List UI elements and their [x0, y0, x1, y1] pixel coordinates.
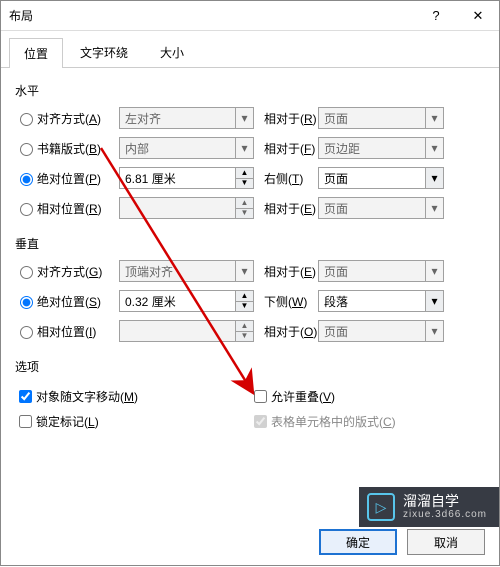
move-with-text-input[interactable] [19, 390, 32, 403]
v-align-rel-label: 相对于(E) [254, 263, 318, 280]
h-align-radio[interactable]: 对齐方式(A) [15, 110, 119, 127]
lock-anchor-check[interactable]: 锁定标记(L) [15, 412, 250, 431]
layout-dialog: 布局 ? ✕ 位置 文字环绕 大小 水平 对齐方式(A) 左对齐 ▾ 相对于(R… [0, 0, 500, 566]
h-align-combo[interactable]: 左对齐 ▾ [119, 107, 254, 129]
h-abs-rel-combo[interactable]: 页面 ▾ [318, 167, 444, 189]
h-rel-radio-input[interactable] [20, 203, 33, 216]
h-align-rel-combo[interactable]: 页面 ▾ [318, 107, 444, 129]
chevron-down-icon: ▾ [425, 291, 443, 311]
v-align-row: 对齐方式(G) 顶端对齐 ▾ 相对于(E) 页面 ▾ [15, 258, 485, 284]
chevron-down-icon: ▾ [425, 108, 443, 128]
spinner-buttons[interactable]: ▲▼ [235, 291, 253, 311]
v-abs-row: 绝对位置(S) 0.32 厘米 ▲▼ 下侧(W) 段落 ▾ [15, 288, 485, 314]
h-rel-row: 相对位置(R) ▲▼ 相对于(E) 页面 ▾ [15, 195, 485, 221]
v-rel-rel-label: 相对于(O) [254, 323, 318, 340]
section-options: 选项 [15, 358, 485, 375]
h-abs-rel-label: 右侧(T) [254, 170, 318, 187]
lock-anchor-input[interactable] [19, 415, 32, 428]
section-vertical: 垂直 [15, 235, 485, 252]
chevron-down-icon: ▾ [235, 108, 253, 128]
h-abs-row: 绝对位置(P) 6.81 厘米 ▲▼ 右侧(T) 页面 ▾ [15, 165, 485, 191]
allow-overlap-input[interactable] [254, 390, 267, 403]
h-abs-radio[interactable]: 绝对位置(P) [15, 170, 119, 187]
h-rel-radio[interactable]: 相对位置(R) [15, 200, 119, 217]
table-cell-check: 表格单元格中的版式(C) [250, 412, 485, 431]
window-title: 布局 [9, 7, 415, 24]
v-rel-radio[interactable]: 相对位置(I) [15, 323, 119, 340]
v-rel-rel-combo[interactable]: 页面 ▾ [318, 320, 444, 342]
help-button[interactable]: ? [415, 1, 457, 31]
chevron-down-icon: ▾ [425, 261, 443, 281]
spinner-buttons[interactable]: ▲▼ [235, 321, 253, 341]
h-book-combo[interactable]: 内部 ▾ [119, 137, 254, 159]
watermark-url: zixue.3d66.com [403, 509, 487, 521]
h-abs-spinner[interactable]: 6.81 厘米 ▲▼ [119, 167, 254, 189]
v-align-radio-input[interactable] [20, 266, 33, 279]
v-rel-spinner[interactable]: ▲▼ [119, 320, 254, 342]
play-icon: ▷ [367, 493, 395, 521]
chevron-down-icon: ▾ [425, 138, 443, 158]
close-button[interactable]: ✕ [457, 1, 499, 31]
h-book-row: 书籍版式(B) 内部 ▾ 相对于(F) 页边距 ▾ [15, 135, 485, 161]
chevron-down-icon: ▾ [425, 198, 443, 218]
v-align-radio[interactable]: 对齐方式(G) [15, 263, 119, 280]
tab-content: 水平 对齐方式(A) 左对齐 ▾ 相对于(R) 页面 ▾ 书籍版式(B) 内部 [1, 68, 499, 445]
h-book-radio-input[interactable] [20, 143, 33, 156]
h-align-radio-input[interactable] [20, 113, 33, 126]
h-align-row: 对齐方式(A) 左对齐 ▾ 相对于(R) 页面 ▾ [15, 105, 485, 131]
h-book-radio[interactable]: 书籍版式(B) [15, 140, 119, 157]
chevron-down-icon: ▾ [425, 321, 443, 341]
spinner-buttons[interactable]: ▲▼ [235, 198, 253, 218]
chevron-down-icon: ▾ [235, 261, 253, 281]
v-abs-spinner[interactable]: 0.32 厘米 ▲▼ [119, 290, 254, 312]
v-align-combo[interactable]: 顶端对齐 ▾ [119, 260, 254, 282]
allow-overlap-check[interactable]: 允许重叠(V) [250, 387, 485, 406]
watermark: ▷ 溜溜自学 zixue.3d66.com [359, 487, 499, 527]
chevron-down-icon: ▾ [425, 168, 443, 188]
chevron-down-icon: ▾ [235, 138, 253, 158]
v-abs-radio-input[interactable] [20, 296, 33, 309]
v-abs-rel-combo[interactable]: 段落 ▾ [318, 290, 444, 312]
section-horizontal: 水平 [15, 82, 485, 99]
tab-size[interactable]: 大小 [145, 37, 199, 67]
ok-button[interactable]: 确定 [319, 529, 397, 555]
h-rel-spinner[interactable]: ▲▼ [119, 197, 254, 219]
spinner-buttons[interactable]: ▲▼ [235, 168, 253, 188]
dialog-buttons: 确定 取消 [319, 529, 485, 555]
h-align-rel-label: 相对于(R) [254, 110, 318, 127]
cancel-button[interactable]: 取消 [407, 529, 485, 555]
tab-strip: 位置 文字环绕 大小 [1, 31, 499, 68]
tab-text-wrap[interactable]: 文字环绕 [65, 37, 143, 67]
h-rel-rel-label: 相对于(E) [254, 200, 318, 217]
h-book-rel-combo[interactable]: 页边距 ▾ [318, 137, 444, 159]
v-abs-radio[interactable]: 绝对位置(S) [15, 293, 119, 310]
v-abs-rel-label: 下侧(W) [254, 293, 318, 310]
h-abs-radio-input[interactable] [20, 173, 33, 186]
table-cell-input [254, 415, 267, 428]
move-with-text-check[interactable]: 对象随文字移动(M) [15, 387, 250, 406]
options-columns: 对象随文字移动(M) 锁定标记(L) 允许重叠(V) 表格单元格中的版式(C) [15, 381, 485, 437]
tab-position[interactable]: 位置 [9, 38, 63, 68]
h-book-rel-label: 相对于(F) [254, 140, 318, 157]
watermark-brand: 溜溜自学 [403, 493, 487, 509]
v-align-rel-combo[interactable]: 页面 ▾ [318, 260, 444, 282]
v-rel-radio-input[interactable] [20, 326, 33, 339]
h-rel-rel-combo[interactable]: 页面 ▾ [318, 197, 444, 219]
titlebar: 布局 ? ✕ [1, 1, 499, 31]
v-rel-row: 相对位置(I) ▲▼ 相对于(O) 页面 ▾ [15, 318, 485, 344]
